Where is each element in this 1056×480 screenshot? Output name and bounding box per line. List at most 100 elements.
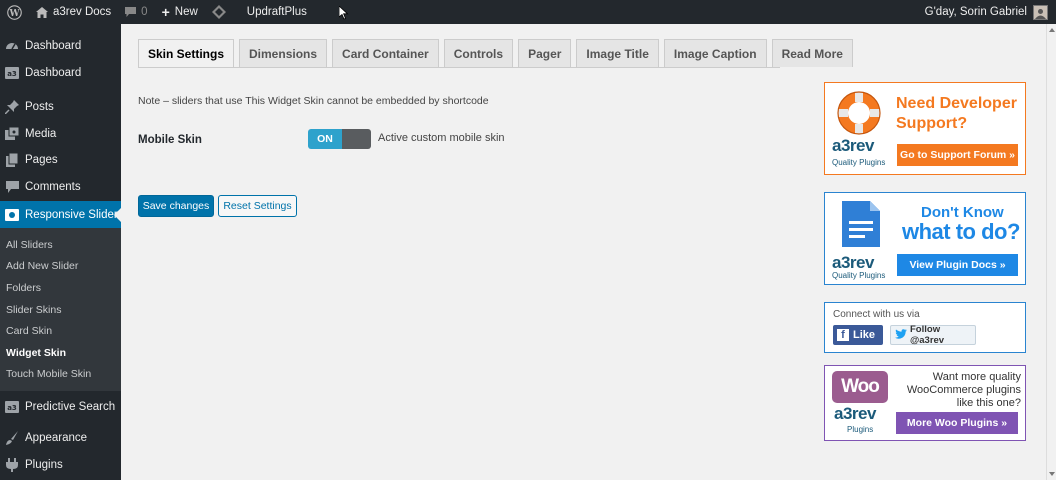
facebook-icon: f (837, 329, 849, 341)
mobile-skin-toggle[interactable]: ON (308, 129, 371, 149)
a3-icon: a3 (5, 400, 19, 414)
support-title-line2: Support? (896, 115, 968, 132)
shortcode-note: Note – sliders that use This Widget Skin… (138, 95, 489, 107)
woocommerce-logo: Woo (832, 371, 888, 403)
docs-title-line2: what to do? (902, 219, 1020, 244)
wordpress-logo-icon[interactable]: W (0, 0, 29, 24)
updraftplus-link[interactable]: UpdraftPlus (233, 0, 314, 24)
svg-text:a3: a3 (7, 404, 17, 412)
comments-icon (5, 180, 19, 194)
submenu-touch-mobile-skin[interactable]: Touch Mobile Skin (0, 364, 121, 386)
tabs-divider (138, 67, 780, 68)
greeting: G'day, Sorin Gabriel (924, 6, 1027, 18)
a3rev-logo: a3rev (832, 253, 874, 272)
comment-bubble-icon (125, 7, 137, 17)
submenu-add-new-slider[interactable]: Add New Slider (0, 256, 121, 278)
menu-item-a3-dashboard[interactable]: a3 Dashboard (0, 60, 121, 87)
menu-label: Dashboard (25, 40, 82, 53)
mobile-skin-description: Active custom mobile skin (378, 132, 505, 144)
submenu-folders[interactable]: Folders (0, 277, 121, 299)
pin-icon (5, 100, 19, 115)
svg-text:W: W (8, 8, 20, 18)
submenu-card-skin[interactable]: Card Skin (0, 320, 121, 342)
toggle-on-state: ON (308, 129, 342, 149)
submenu-widget-skin[interactable]: Widget Skin (0, 342, 121, 364)
diamond-icon[interactable] (205, 0, 233, 24)
tab-read-more[interactable]: Read More (771, 39, 853, 67)
menu-label: Appearance (25, 432, 88, 445)
like-label: Like (853, 329, 876, 341)
admin-sidebar: Dashboard a3 Dashboard Posts Media Pages… (0, 24, 121, 480)
my-account[interactable]: G'day, Sorin Gabriel (924, 4, 1056, 20)
comments-link[interactable]: 0 (118, 0, 154, 24)
tab-card-container[interactable]: Card Container (332, 39, 439, 67)
save-changes-button[interactable]: Save changes (138, 195, 214, 217)
a3rev-logo: a3rev (832, 136, 874, 155)
avatar (1033, 4, 1048, 20)
site-name: a3rev Docs (53, 6, 112, 18)
menu-item-posts[interactable]: Posts (0, 94, 121, 121)
svg-text:a3: a3 (7, 70, 17, 78)
twitter-bird-icon (895, 328, 907, 342)
tab-pager[interactable]: Pager (518, 39, 572, 67)
settings-tabs: Skin Settings Dimensions Card Container … (138, 39, 853, 68)
menu-label: Media (25, 127, 57, 140)
support-panel: a3rev Quality Plugins Need Developer Sup… (824, 82, 1026, 175)
menu-label: Plugins (25, 458, 63, 471)
woo-plugins-panel: Woo a3rev Plugins Want more quality WooC… (824, 365, 1026, 441)
a3-icon: a3 (5, 66, 19, 80)
menu-item-predictive-search[interactable]: a3 Predictive Search (0, 391, 121, 423)
menu-label: Responsive Slider (25, 208, 118, 221)
a3rev-tagline: Quality Plugins (832, 158, 886, 167)
toggle-handle (342, 129, 371, 149)
facebook-like-button[interactable]: f Like (833, 325, 883, 345)
menu-item-responsive-slider[interactable]: Responsive Slider (0, 201, 121, 228)
menu-item-pages[interactable]: Pages (0, 147, 121, 174)
admin-bar: W a3rev Docs 0 + New UpdraftPlus G'day, … (0, 0, 1056, 24)
tab-dimensions[interactable]: Dimensions (239, 39, 328, 67)
menu-item-dashboard[interactable]: Dashboard (0, 33, 121, 60)
responsive-slider-submenu: All Sliders Add New Slider Folders Slide… (0, 228, 121, 392)
menu-item-comments[interactable]: Comments (0, 174, 121, 201)
slider-icon (5, 208, 19, 222)
updraftplus-label: UpdraftPlus (246, 6, 307, 18)
menu-item-appearance[interactable]: Appearance (0, 425, 121, 452)
a3rev-tagline: Plugins (847, 425, 874, 434)
media-icon (5, 126, 19, 141)
main-content: Skin Settings Dimensions Card Container … (121, 24, 1056, 480)
support-title-line1: Need Developer (896, 95, 1017, 112)
comments-count: 0 (141, 6, 148, 18)
tab-skin-settings[interactable]: Skin Settings (138, 39, 235, 68)
mobile-skin-label: Mobile Skin (138, 134, 202, 146)
submenu-all-sliders[interactable]: All Sliders (0, 234, 121, 256)
lifebuoy-icon (835, 89, 883, 140)
more-woo-plugins-button[interactable]: More Woo Plugins » (896, 412, 1018, 434)
tab-image-title[interactable]: Image Title (576, 39, 659, 67)
menu-item-plugins[interactable]: Plugins (0, 452, 121, 479)
new-label: New (174, 6, 198, 18)
new-content-link[interactable]: + New (155, 0, 205, 24)
twitter-follow-button[interactable]: Follow @a3rev (890, 324, 976, 346)
tab-image-caption[interactable]: Image Caption (663, 39, 767, 67)
mouse-cursor-icon (338, 5, 349, 23)
submenu-slider-skins[interactable]: Slider Skins (0, 299, 121, 321)
menu-label: Posts (25, 101, 54, 114)
menu-label: Dashboard (25, 66, 82, 79)
page-scrollbar[interactable] (1046, 24, 1056, 480)
social-panel: Connect with us via f Like Follow @a3rev (824, 302, 1026, 353)
plus-icon: + (161, 4, 170, 20)
follow-label: Follow @a3rev (910, 324, 945, 346)
menu-item-media[interactable]: Media (0, 121, 121, 148)
support-forum-button[interactable]: Go to Support Forum » (897, 144, 1018, 166)
menu-label: Comments (25, 180, 81, 193)
a3rev-logo: a3rev (834, 404, 876, 423)
scroll-up-arrow-icon[interactable] (1049, 28, 1055, 32)
site-name-link[interactable]: a3rev Docs (29, 0, 118, 24)
reset-settings-button[interactable]: Reset Settings (218, 195, 297, 217)
brush-icon (5, 431, 19, 446)
menu-label: Pages (25, 154, 58, 167)
view-plugin-docs-button[interactable]: View Plugin Docs » (897, 254, 1018, 276)
pages-icon (5, 153, 19, 168)
tab-controls[interactable]: Controls (443, 39, 514, 67)
scroll-down-arrow-icon[interactable] (1049, 472, 1055, 476)
